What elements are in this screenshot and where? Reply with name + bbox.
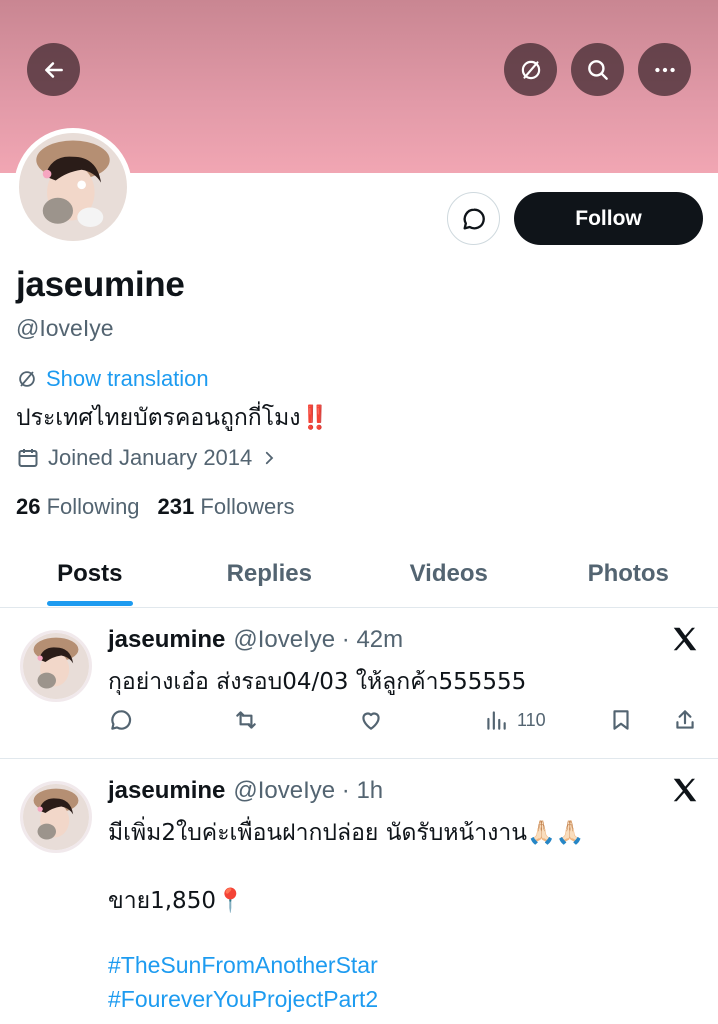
reply-icon (111, 710, 132, 730)
profile-bio: ประเทศไทยบัตรคอนถูกกี่โมง‼️ (16, 400, 329, 436)
chevron-right-icon (266, 451, 274, 465)
message-button[interactable] (447, 192, 500, 245)
post-author-name[interactable]: jaseumine (108, 626, 225, 654)
hashtag-link[interactable]: #TheSunFromAnotherStar (108, 952, 378, 979)
post-item[interactable]: jaseumine @IoveIye · 1h มีเพิ่ม2ใบค่ะเพื… (0, 759, 718, 1024)
x-logo-icon[interactable] (670, 775, 700, 805)
post-avatar[interactable] (20, 630, 92, 702)
followers-stat[interactable]: 231 Followers (158, 494, 295, 520)
profile-tabs: Posts Replies Videos Photos (0, 540, 718, 608)
post-header: jaseumine @IoveIye · 42m (108, 626, 403, 654)
tab-replies[interactable]: Replies (180, 540, 360, 608)
search-button[interactable] (571, 43, 624, 96)
followers-label: Followers (200, 494, 295, 519)
more-icon (654, 67, 675, 72)
show-translation-link[interactable]: Show translation (16, 366, 209, 392)
views-count: 110 (517, 709, 546, 730)
translate-icon (19, 371, 35, 387)
post-avatar[interactable] (20, 781, 92, 853)
hashtag-link[interactable]: #FoureverYouProjectPart2 (108, 986, 378, 1013)
post-meta: @IoveIye · 42m (233, 626, 404, 653)
post-meta: @IoveIye · 1h (233, 777, 384, 804)
post-text: กุอย่างเอ๋อ ส่งรอบ04/03 ให้ลูกค้า555555 (108, 669, 527, 695)
follow-button[interactable]: Follow (514, 192, 703, 245)
following-stat[interactable]: 26 Following (16, 494, 140, 520)
repost-button[interactable] (233, 707, 259, 733)
joined-date[interactable]: Joined January 2014 (16, 445, 278, 471)
post-price: ขาย1,850📍 (108, 888, 245, 914)
views-icon (487, 711, 506, 730)
bio-text: ประเทศไทยบัตรคอนถูกกี่โมง (16, 405, 301, 431)
following-label: Following (46, 494, 140, 519)
post-author-name[interactable]: jaseumine (108, 777, 225, 805)
search-icon (587, 59, 608, 80)
repost-icon (236, 711, 256, 729)
post-text: มีเพิ่ม2ใบค่ะเพื่อนฝากปล่อย นัดรับหน้างา… (108, 820, 585, 846)
profile-handle: @IoveIye (16, 315, 114, 341)
translate-icon (521, 60, 540, 79)
views-button[interactable]: 110 (483, 707, 546, 733)
bookmark-button[interactable] (608, 707, 634, 733)
profile-avatar[interactable] (14, 128, 132, 246)
display-name: jaseumine (16, 265, 185, 304)
more-button[interactable] (638, 43, 691, 96)
x-logo-icon[interactable] (670, 624, 700, 654)
tab-photos[interactable]: Photos (539, 540, 718, 608)
back-button[interactable] (27, 43, 80, 96)
followers-count: 231 (157, 494, 195, 519)
share-icon (676, 710, 694, 729)
heart-icon (362, 712, 380, 730)
bookmark-icon (613, 710, 629, 730)
reply-button[interactable] (108, 707, 134, 733)
translate-button[interactable] (504, 43, 557, 96)
joined-label: Joined January 2014 (48, 445, 253, 470)
post-actions: 110 (108, 707, 700, 737)
post-item[interactable]: jaseumine @IoveIye · 42m กุอย่างเอ๋อ ส่ง… (0, 608, 718, 758)
tab-posts[interactable]: Posts (0, 540, 180, 608)
calendar-icon (18, 449, 38, 467)
bio-mark: ‼️ (300, 405, 330, 431)
post-header: jaseumine @IoveIye · 1h (108, 777, 383, 805)
message-bubble-icon (463, 207, 485, 229)
share-button[interactable] (672, 707, 698, 733)
tab-videos[interactable]: Videos (359, 540, 539, 608)
show-translation-label: Show translation (46, 366, 209, 391)
following-count: 26 (16, 494, 41, 519)
follow-stats: 26 Following 231 Followers (16, 494, 295, 520)
like-button[interactable] (358, 707, 384, 733)
arrow-left-icon (44, 61, 63, 78)
